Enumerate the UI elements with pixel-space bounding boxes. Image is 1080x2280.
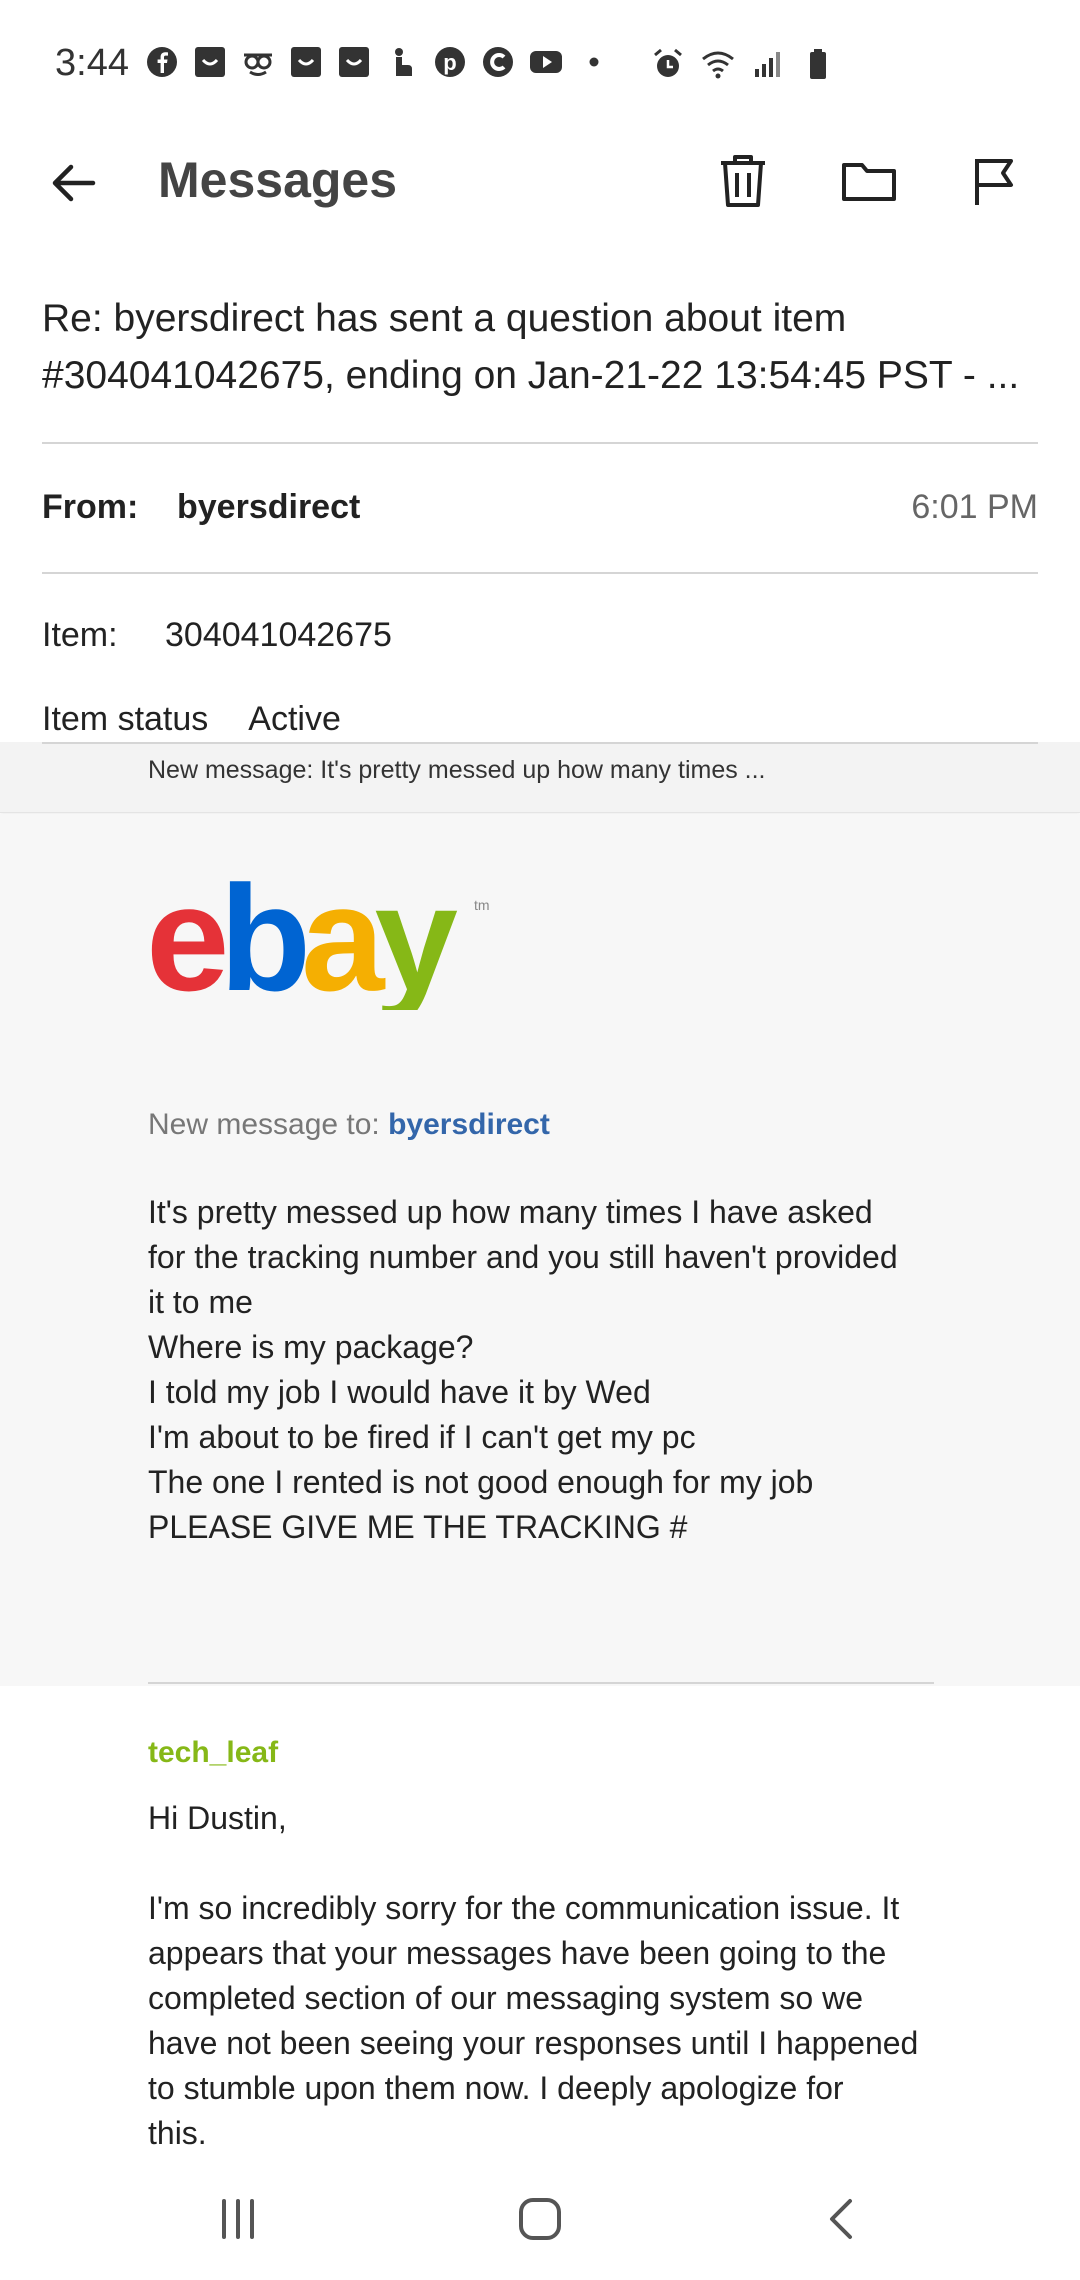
message-panel: ebay tm New message to: byersdirect It's… [0,814,1080,1686]
app-box-icon [336,44,372,80]
message-line: Where is my package? [148,1329,474,1365]
dot-icon [576,44,612,80]
reply-body: I'm so incredibly sorry for the communic… [148,1886,948,2156]
from-row: From: byersdirect 6:01 PM [42,488,1038,538]
divider [42,572,1038,574]
item-label: Item: [42,616,118,654]
reply-divider [148,1682,934,1684]
flag-button[interactable] [962,148,1028,214]
trash-icon [721,155,765,207]
subject-line-1: Re: byersdirect has sent a question abou… [42,297,847,340]
item-status-value: Active [248,700,341,738]
message-time: 6:01 PM [911,488,1038,526]
message-line: The one I rented is not good enough for … [148,1464,814,1500]
wifi-icon [700,46,736,82]
nav-back-icon [830,2199,852,2239]
c-app-icon [480,44,516,80]
home-button[interactable] [500,2184,580,2254]
home-icon [519,2198,561,2240]
reply-greeting: Hi Dustin, [148,1800,287,1836]
message-subject: Re: byersdirect has sent a question abou… [42,290,1042,404]
divider [42,742,1038,744]
reply-line: appears that your messages have been goi… [148,1935,887,1971]
move-to-folder-button[interactable] [836,148,902,214]
svg-text:ebay: ebay [146,870,458,1010]
app-box-icon [192,44,228,80]
alarm-icon [650,46,686,82]
back-button[interactable] [40,150,106,216]
back-arrow-icon [52,164,96,202]
nav-back-button[interactable] [802,2184,882,2254]
reply-line: have not been seeing your responses unti… [148,2025,919,2061]
signal-icon [750,46,786,82]
touch-icon [384,44,420,80]
preview-text: New message: It's pretty messed up how m… [148,756,766,784]
youtube-icon [528,44,564,80]
subject-line-2: #304041042675, ending on Jan-21-22 13:54… [42,354,1020,397]
reply-line: this. [148,2115,207,2151]
ebay-logo: ebay tm [146,870,490,1010]
app-bar: Messages [0,130,1080,230]
message-line: I'm about to be fired if I can't get my … [148,1419,696,1455]
item-status-row: Item status Active [42,700,341,739]
message-line: I told my job I would have it by Wed [148,1374,651,1410]
reply-line: I'm so incredibly sorry for the communic… [148,1890,900,1926]
system-nav-bar [0,2160,1080,2280]
reply-line: completed section of our messaging syste… [148,1980,863,2016]
message-line: PLEASE GIVE ME THE TRACKING # [148,1509,688,1545]
message-line: it to me [148,1284,253,1320]
page-title: Messages [158,152,398,208]
delete-button[interactable] [710,148,776,214]
glasses-icon [240,44,276,80]
app-box-icon [288,44,324,80]
message-body: It's pretty messed up how many times I h… [148,1190,948,1550]
item-number[interactable]: 304041042675 [165,616,392,655]
facebook-icon [144,44,180,80]
message-preview-bar: New message: It's pretty messed up how m… [0,742,1080,813]
folder-icon [842,163,896,201]
ebay-tm: tm [474,897,490,913]
message-line: It's pretty messed up how many times I h… [148,1194,873,1230]
pinterest-icon: p [432,44,468,80]
item-status-label: Item status [42,700,209,738]
battery-icon [800,46,836,82]
from-label: From: [42,488,139,526]
recipient-link[interactable]: byersdirect [388,1108,550,1141]
flag-icon [975,159,1013,205]
system-icons [650,46,836,82]
status-bar: 3:44 p [0,0,1080,130]
new-message-to-label: New message to: [148,1108,389,1141]
reply-line: to stumble upon them now. I deeply apolo… [148,2070,844,2106]
notification-icons: p [144,44,612,80]
svg-text:p: p [443,50,456,75]
new-message-to: New message to: byersdirect [148,1108,550,1142]
status-time: 3:44 [55,42,129,84]
divider [42,442,1038,444]
sender-name[interactable]: byersdirect [177,488,360,527]
recent-apps-button[interactable] [198,2184,278,2254]
message-line: for the tracking number and you still ha… [148,1239,898,1275]
recent-apps-icon [222,2199,254,2239]
reply-author[interactable]: tech_leaf [148,1736,278,1770]
